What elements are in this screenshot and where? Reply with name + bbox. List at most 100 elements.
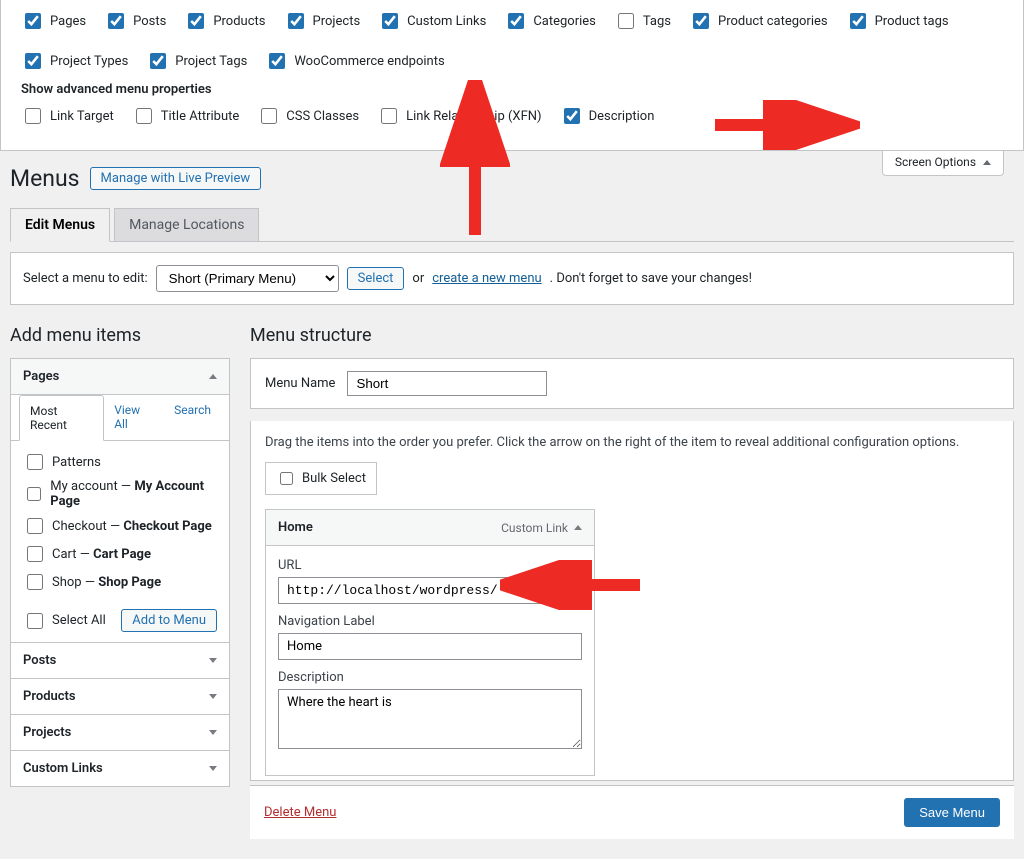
screenopt-box-0-checkbox[interactable] <box>25 13 41 29</box>
screenopt-adv-0[interactable]: Link Target <box>21 105 114 127</box>
menu-item-title: Home <box>278 520 313 535</box>
accordion-custom-links-header[interactable]: Custom Links <box>11 751 229 786</box>
live-preview-button[interactable]: Manage with Live Preview <box>90 167 262 190</box>
screenopt-box-5[interactable]: Categories <box>504 10 596 32</box>
screenopt-adv-1-checkbox[interactable] <box>136 108 152 124</box>
accordion-products-header[interactable]: Products <box>11 679 229 714</box>
menu-item-type: Custom Link <box>501 521 568 535</box>
screen-options-toggle[interactable]: Screen Options <box>882 151 1004 176</box>
screenopt-box-10[interactable]: Project Tags <box>146 50 247 72</box>
page-item-2-checkbox[interactable] <box>27 518 43 534</box>
tab-manage-locations[interactable]: Manage Locations <box>114 208 259 241</box>
screenopt-box-7[interactable]: Product categories <box>689 10 828 32</box>
screenopt-box-0-label: Pages <box>50 14 86 29</box>
page-item-3[interactable]: Cart — Cart Page <box>23 543 217 565</box>
page-item-0[interactable]: Patterns <box>23 451 217 473</box>
accordion-pages-header[interactable]: Pages <box>11 359 229 395</box>
screenopt-adv-3-checkbox[interactable] <box>381 108 397 124</box>
select-all-label: Select All <box>52 613 106 628</box>
create-menu-link[interactable]: create a new menu <box>432 271 541 286</box>
screenopt-adv-4[interactable]: Description <box>560 105 655 127</box>
page-item-0-checkbox[interactable] <box>27 454 43 470</box>
menu-name-label: Menu Name <box>265 376 335 391</box>
bulk-select[interactable]: Bulk Select <box>265 462 377 495</box>
screenopt-box-9[interactable]: Project Types <box>21 50 128 72</box>
page-item-4-label: Shop — Shop Page <box>52 575 161 590</box>
screenopt-box-2[interactable]: Products <box>184 10 265 32</box>
page-item-1-checkbox[interactable] <box>27 486 41 502</box>
accordion-posts-header[interactable]: Posts <box>11 643 229 678</box>
screenopt-box-11[interactable]: WooCommerce endpoints <box>265 50 444 72</box>
screenopt-box-1[interactable]: Posts <box>104 10 166 32</box>
screenopt-box-4[interactable]: Custom Links <box>378 10 486 32</box>
screenopt-box-10-checkbox[interactable] <box>150 53 166 69</box>
reminder-text: . Don't forget to save your changes! <box>550 271 752 286</box>
accordion-custom-links: Custom Links <box>10 750 230 787</box>
save-menu-button[interactable]: Save Menu <box>904 798 1000 827</box>
screenopt-adv-4-checkbox[interactable] <box>564 108 580 124</box>
menu-name-row: Menu Name <box>250 358 1014 409</box>
caret-up-icon <box>574 525 582 530</box>
menu-item-handle[interactable]: Home Custom Link <box>266 510 594 546</box>
caret-down-icon <box>209 766 217 771</box>
screenopt-box-8-checkbox[interactable] <box>850 13 866 29</box>
url-input[interactable] <box>278 577 582 604</box>
screenopt-box-6[interactable]: Tags <box>614 10 671 32</box>
screenopt-box-3-checkbox[interactable] <box>288 13 304 29</box>
page-item-2[interactable]: Checkout — Checkout Page <box>23 515 217 537</box>
menu-name-input[interactable] <box>347 371 547 396</box>
page-item-4[interactable]: Shop — Shop Page <box>23 571 217 593</box>
page-title: Menus <box>10 165 80 192</box>
screenopt-box-5-label: Categories <box>533 14 596 29</box>
screenopt-box-6-checkbox[interactable] <box>618 13 634 29</box>
select-all[interactable]: Select All <box>23 610 106 632</box>
screenopt-adv-1[interactable]: Title Attribute <box>132 105 240 127</box>
subtab-most-recent[interactable]: Most Recent <box>19 395 104 441</box>
screenopt-adv-2-checkbox[interactable] <box>261 108 277 124</box>
screenopt-adv-3[interactable]: Link Relationship (XFN) <box>377 105 541 127</box>
screenopt-box-5-checkbox[interactable] <box>508 13 524 29</box>
screenopt-box-8[interactable]: Product tags <box>846 10 949 32</box>
screenopt-box-3[interactable]: Projects <box>284 10 361 32</box>
accordion-projects-header[interactable]: Projects <box>11 715 229 750</box>
bulk-select-checkbox[interactable] <box>280 472 293 485</box>
subtab-search[interactable]: Search <box>164 395 221 440</box>
screenopt-box-2-checkbox[interactable] <box>188 13 204 29</box>
add-to-menu-button[interactable]: Add to Menu <box>121 609 217 632</box>
nav-label-label: Navigation Label <box>278 614 582 629</box>
screenopt-box-11-checkbox[interactable] <box>269 53 285 69</box>
caret-down-icon <box>209 730 217 735</box>
screenopt-box-9-label: Project Types <box>50 54 128 69</box>
tab-edit-menus[interactable]: Edit Menus <box>10 208 110 242</box>
page-item-4-checkbox[interactable] <box>27 574 43 590</box>
bulk-select-label: Bulk Select <box>302 471 366 486</box>
caret-up-icon <box>983 160 991 165</box>
screenopt-box-9-checkbox[interactable] <box>25 53 41 69</box>
select-menu-label: Select a menu to edit: <box>23 271 148 286</box>
screenopt-box-1-checkbox[interactable] <box>108 13 124 29</box>
screen-options-toggle-label: Screen Options <box>895 155 976 169</box>
screenopt-box-0[interactable]: Pages <box>21 10 86 32</box>
screenopt-box-4-checkbox[interactable] <box>382 13 398 29</box>
menu-item: Home Custom Link URL Navigation Label De… <box>265 509 595 776</box>
menu-select-row: Select a menu to edit: Short (Primary Me… <box>10 252 1014 305</box>
nav-label-input[interactable] <box>278 633 582 660</box>
screenopt-adv-0-checkbox[interactable] <box>25 108 41 124</box>
page-item-0-label: Patterns <box>52 455 101 470</box>
description-label: Description <box>278 670 582 685</box>
screenopt-adv-1-label: Title Attribute <box>161 109 240 124</box>
screenopt-adv-2[interactable]: CSS Classes <box>257 105 359 127</box>
page-item-1[interactable]: My account — My Account Page <box>23 479 217 509</box>
select-menu-button[interactable]: Select <box>347 267 405 290</box>
screenopt-box-7-checkbox[interactable] <box>693 13 709 29</box>
page-item-3-label: Cart — Cart Page <box>52 547 151 562</box>
menu-select[interactable]: Short (Primary Menu) <box>156 265 339 292</box>
subtab-view-all[interactable]: View All <box>104 395 164 440</box>
screenopt-adv-4-label: Description <box>589 109 655 124</box>
screenopt-box-7-label: Product categories <box>718 14 828 29</box>
delete-menu-link[interactable]: Delete Menu <box>264 805 336 820</box>
description-textarea[interactable] <box>278 689 582 749</box>
page-item-3-checkbox[interactable] <box>27 546 43 562</box>
select-all-checkbox[interactable] <box>27 613 43 629</box>
screenopt-box-1-label: Posts <box>133 14 166 29</box>
